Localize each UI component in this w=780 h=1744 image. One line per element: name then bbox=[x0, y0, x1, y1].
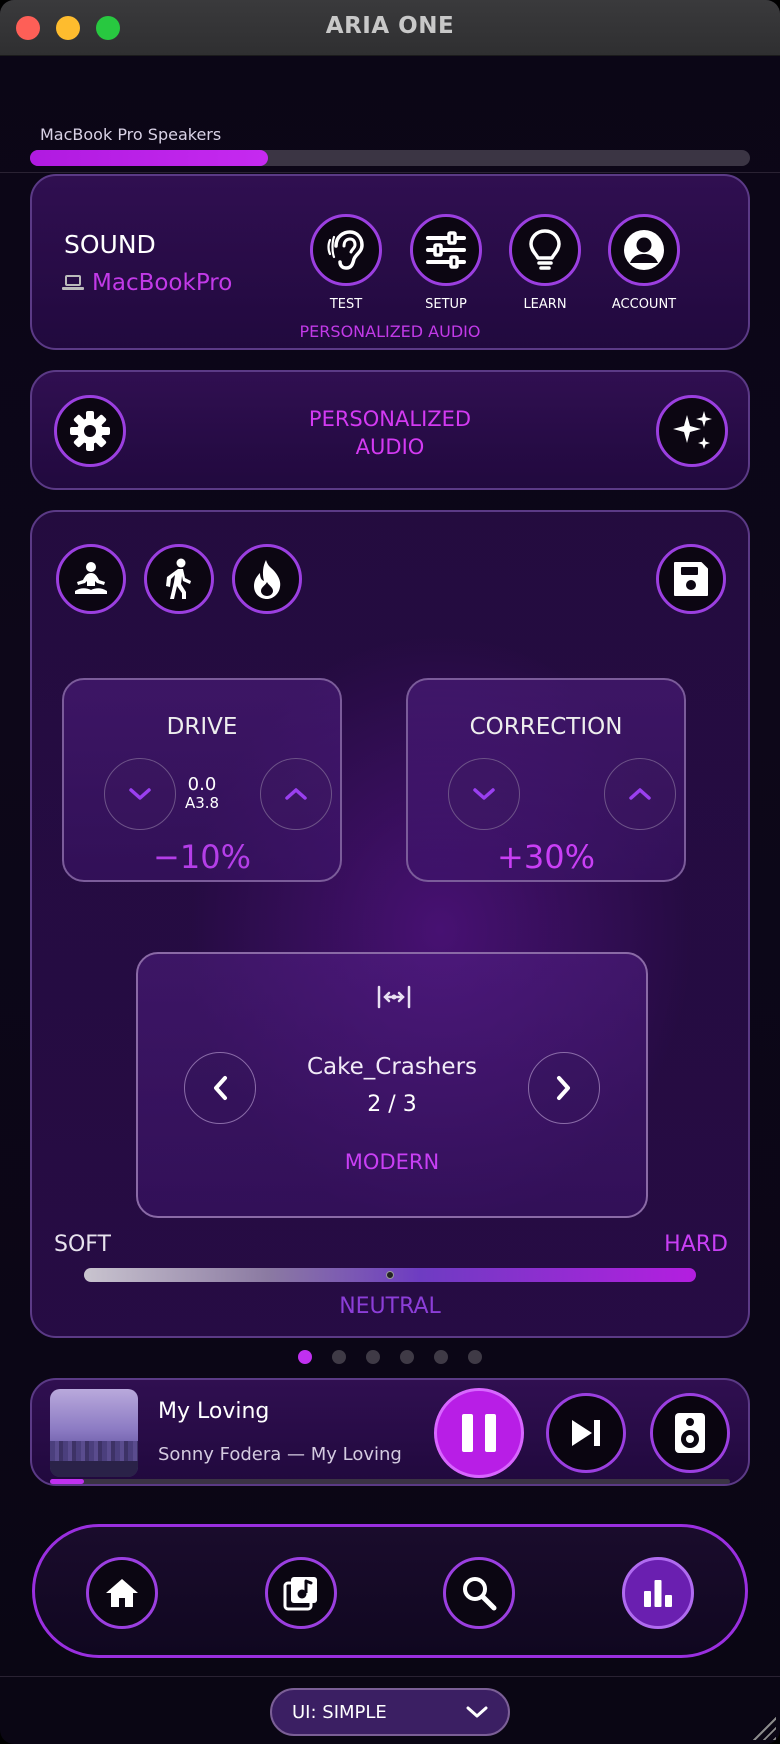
playback-progress-fill bbox=[50, 1479, 84, 1484]
track-title: My Loving bbox=[158, 1399, 270, 1424]
search-icon bbox=[463, 1577, 497, 1611]
lightbulb-icon bbox=[529, 229, 561, 270]
page-dot[interactable] bbox=[298, 1350, 312, 1364]
device-name: MacBookPro bbox=[92, 270, 233, 296]
personalized-audio-title: PERSONALIZED AUDIO bbox=[32, 405, 748, 461]
output-level-bar[interactable] bbox=[30, 150, 750, 166]
drive-increase-button[interactable] bbox=[260, 758, 332, 830]
correction-decrease-button[interactable] bbox=[448, 758, 520, 830]
window-resize-grip[interactable] bbox=[746, 1710, 776, 1740]
preset-style: MODERN bbox=[344, 1150, 440, 1174]
slider-hard-label: HARD bbox=[664, 1232, 728, 1257]
equalizer-icon bbox=[644, 1580, 672, 1607]
playback-progress[interactable] bbox=[50, 1479, 730, 1484]
skip-next-icon bbox=[572, 1420, 600, 1446]
page-dot[interactable] bbox=[434, 1350, 448, 1364]
personalized-audio-panel: PERSONALIZED AUDIO bbox=[30, 370, 750, 490]
correction-card: CORRECTION +30% bbox=[406, 678, 686, 882]
music-library-icon bbox=[283, 1577, 317, 1611]
test-button[interactable] bbox=[310, 214, 382, 286]
ear-icon bbox=[327, 230, 364, 270]
learn-button[interactable] bbox=[509, 214, 581, 286]
correction-percent: +30% bbox=[497, 838, 595, 876]
flame-icon bbox=[254, 560, 281, 599]
chevron-right-icon bbox=[557, 1076, 570, 1100]
personalized-audio-caption: PERSONALIZED AUDIO bbox=[299, 322, 481, 341]
page-dot[interactable] bbox=[366, 1350, 380, 1364]
enhance-button[interactable] bbox=[656, 395, 728, 467]
pause-icon bbox=[462, 1414, 473, 1452]
speaker-icon bbox=[675, 1413, 705, 1453]
nav-search-button[interactable] bbox=[443, 1557, 515, 1629]
home-icon bbox=[106, 1579, 138, 1607]
page-dot[interactable] bbox=[468, 1350, 482, 1364]
mode-walk-button[interactable] bbox=[144, 544, 214, 614]
setup-button-label: SETUP bbox=[425, 297, 467, 312]
character-slider-thumb[interactable] bbox=[386, 1271, 394, 1279]
account-button-label: ACCOUNT bbox=[611, 297, 677, 312]
divider bbox=[0, 172, 780, 173]
laptop-icon bbox=[62, 275, 84, 291]
app-window: ARIA ONE MacBook Pro Speakers SOUND MacB… bbox=[0, 0, 780, 1744]
chevron-down-icon bbox=[473, 788, 495, 800]
track-subtitle: Sonny Fodera — My Loving bbox=[158, 1444, 402, 1465]
account-button[interactable] bbox=[608, 214, 680, 286]
tuning-panel: DRIVE 0.0 A3.8 −10% CORRECTION +30% Cake… bbox=[30, 510, 750, 1338]
page-dot[interactable] bbox=[332, 1350, 346, 1364]
page-indicator bbox=[0, 1350, 780, 1364]
drive-card: DRIVE 0.0 A3.8 −10% bbox=[62, 678, 342, 882]
page-dot[interactable] bbox=[400, 1350, 414, 1364]
now-playing-bar bbox=[30, 1378, 750, 1486]
output-device-label: MacBook Pro Speakers bbox=[40, 125, 222, 144]
walking-icon bbox=[166, 558, 191, 599]
nav-equalizer-button[interactable] bbox=[622, 1557, 694, 1629]
sound-title: SOUND bbox=[64, 230, 156, 259]
chevron-up-icon bbox=[629, 788, 651, 800]
test-button-label: TEST bbox=[329, 297, 363, 312]
ui-mode-select[interactable]: UI: SIMPLE bbox=[270, 1688, 510, 1736]
mode-energy-button[interactable] bbox=[232, 544, 302, 614]
album-art[interactable] bbox=[50, 1389, 138, 1477]
slider-neutral-label: NEUTRAL bbox=[339, 1294, 441, 1319]
sliders-icon bbox=[426, 231, 466, 269]
window-title: ARIA ONE bbox=[325, 13, 455, 39]
speaker-output-button[interactable] bbox=[650, 1393, 730, 1473]
user-circle-icon bbox=[624, 230, 664, 270]
chevron-up-icon bbox=[285, 788, 307, 800]
drive-decrease-button[interactable] bbox=[104, 758, 176, 830]
drive-title: DRIVE bbox=[166, 714, 238, 740]
floppy-save-icon bbox=[674, 562, 708, 596]
sound-panel: SOUND MacBookPro TEST SETUP LEARN ACCOUN… bbox=[30, 174, 750, 350]
pause-button[interactable] bbox=[434, 1388, 524, 1478]
chevron-down-icon bbox=[466, 1706, 488, 1718]
setup-button[interactable] bbox=[410, 214, 482, 286]
drive-value: 0.0 bbox=[187, 774, 217, 795]
slider-soft-label: SOFT bbox=[54, 1232, 111, 1257]
ui-mode-label: UI: SIMPLE bbox=[292, 1701, 387, 1723]
drive-percent: −10% bbox=[153, 838, 251, 876]
drive-sub-value: A3.8 bbox=[184, 794, 220, 812]
correction-title: CORRECTION bbox=[469, 714, 623, 740]
learn-button-label: LEARN bbox=[523, 297, 567, 312]
nav-library-button[interactable] bbox=[265, 1557, 337, 1629]
personalized-audio-title-line2: AUDIO bbox=[355, 435, 425, 459]
next-preset-button[interactable] bbox=[528, 1052, 600, 1124]
meditation-icon bbox=[75, 562, 107, 594]
save-preset-button[interactable] bbox=[656, 544, 726, 614]
divider bbox=[0, 1676, 780, 1677]
preset-card: Cake_Crashers 2 / 3 MODERN bbox=[136, 952, 648, 1218]
chevron-down-icon bbox=[129, 788, 151, 800]
current-device: MacBookPro bbox=[62, 270, 232, 296]
sparkles-icon bbox=[673, 411, 712, 449]
output-level-fill bbox=[30, 150, 268, 166]
correction-increase-button[interactable] bbox=[604, 758, 676, 830]
nav-home-button[interactable] bbox=[86, 1557, 158, 1629]
stereo-width-icon bbox=[377, 985, 411, 1009]
next-track-button[interactable] bbox=[546, 1393, 626, 1473]
personalized-audio-title-line1: PERSONALIZED bbox=[308, 407, 472, 431]
title-bar: ARIA ONE bbox=[0, 0, 780, 56]
mode-relax-button[interactable] bbox=[56, 544, 126, 614]
